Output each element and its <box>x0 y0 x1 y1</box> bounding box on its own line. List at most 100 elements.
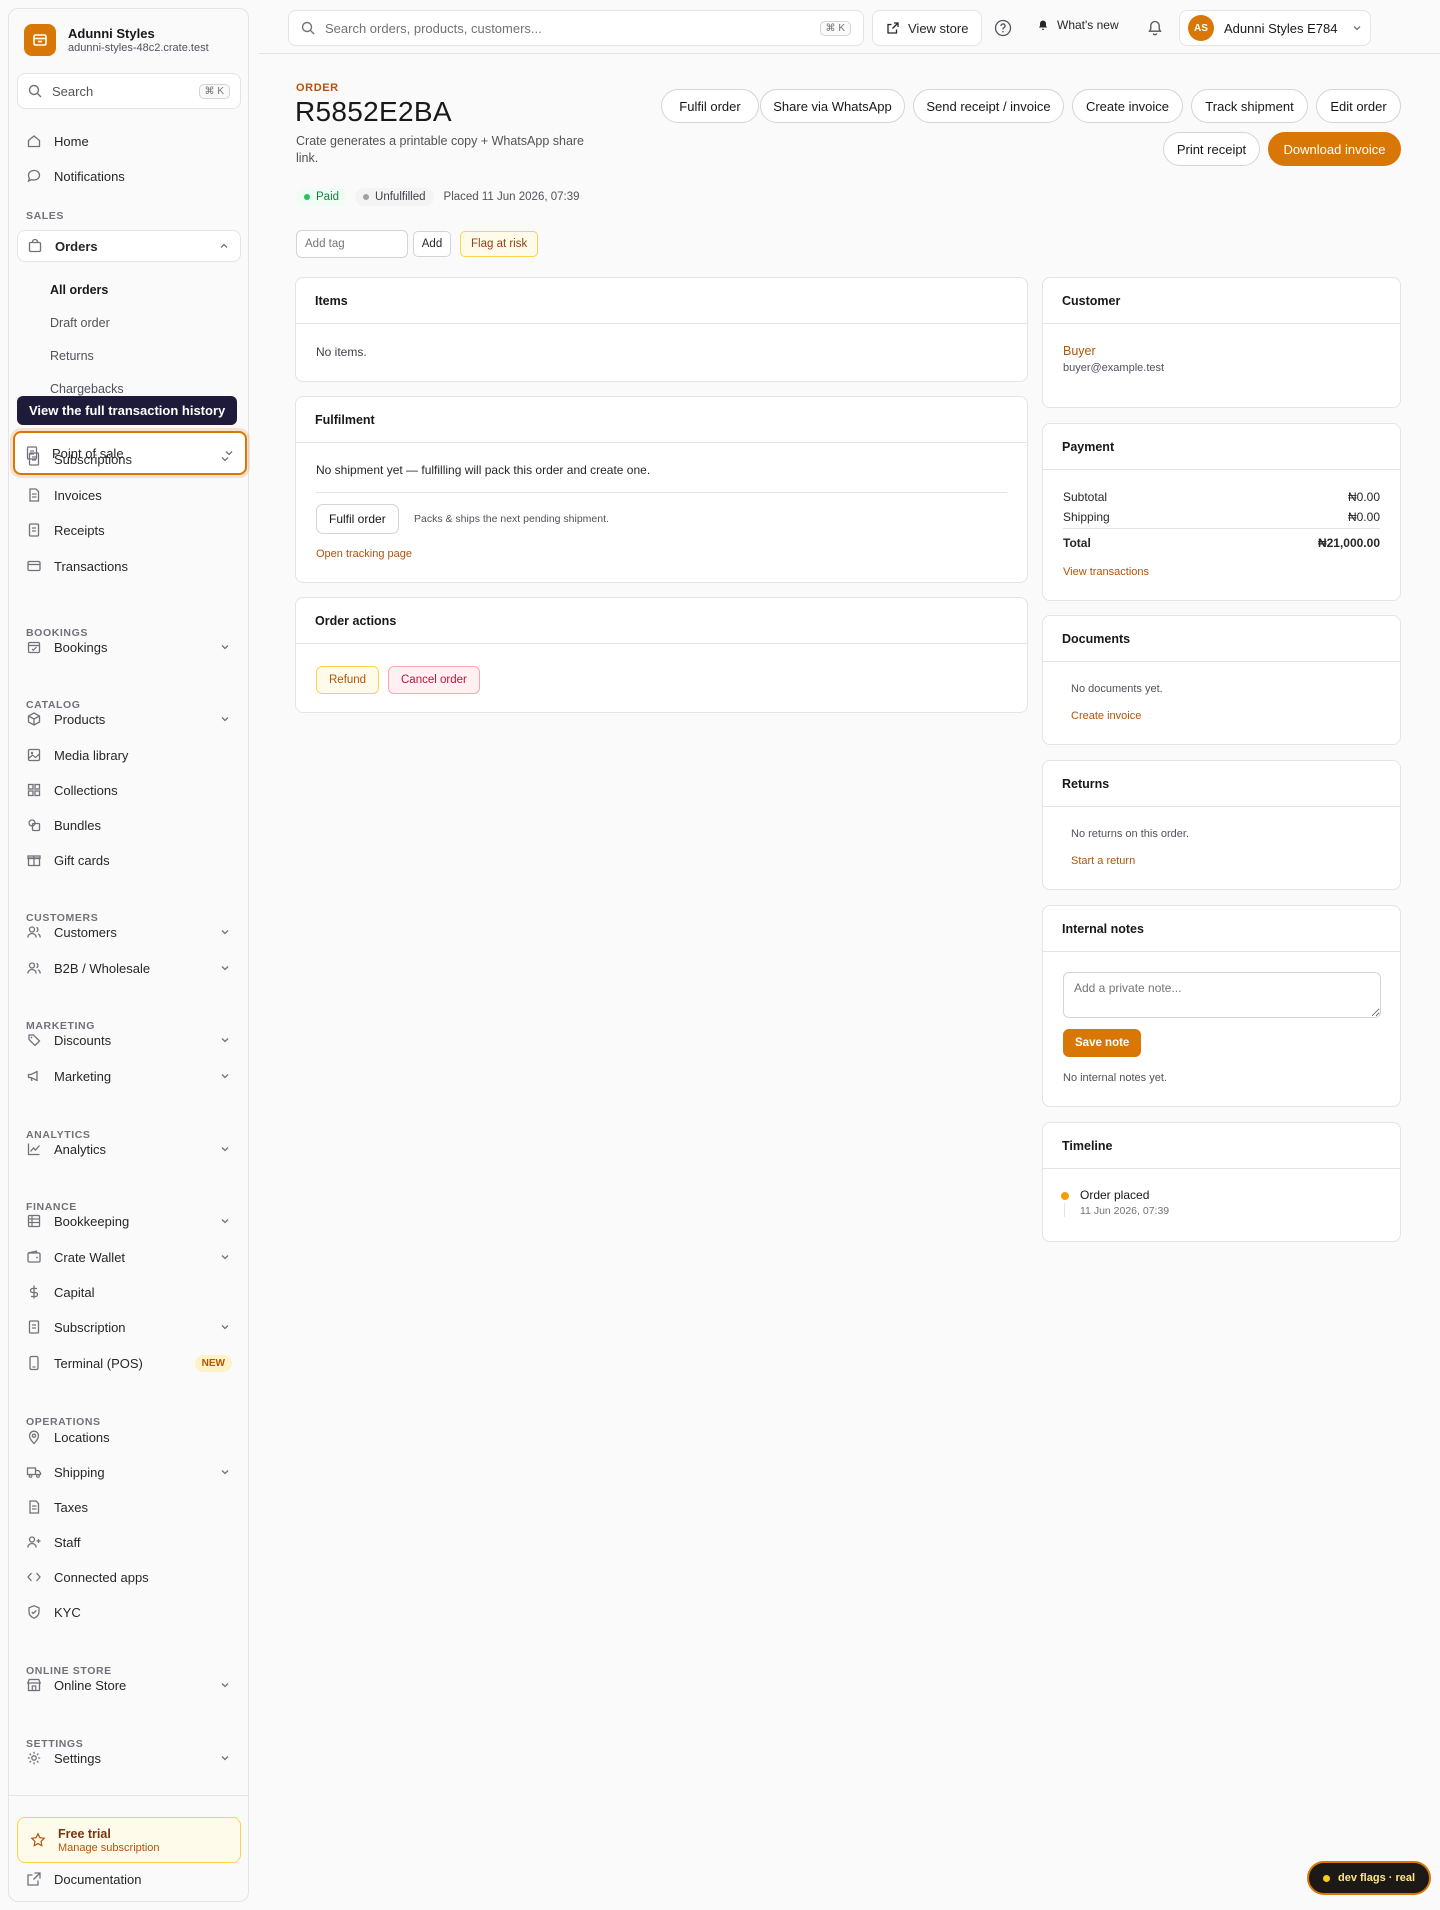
sidebar-item-subscriptions[interactable]: Subscriptions <box>17 443 241 475</box>
sidebar-item-label: Connected apps <box>54 1569 149 1585</box>
sidebar-item-gift-cards[interactable]: Gift cards <box>17 844 241 876</box>
start-return-link[interactable]: Start a return <box>1071 855 1135 867</box>
bell-icon[interactable] <box>1142 15 1168 41</box>
sidebar-subitem-draft-order[interactable]: Draft order <box>50 316 110 330</box>
print-receipt-button[interactable]: Print receipt <box>1163 132 1260 166</box>
sidebar-subitem-all-orders[interactable]: All orders <box>50 283 108 297</box>
sidebar-item-transactions[interactable]: Transactions <box>17 550 241 582</box>
sidebar-item-taxes[interactable]: Taxes <box>17 1491 241 1523</box>
location-pin-icon <box>26 1429 42 1445</box>
sidebar-item-media-library[interactable]: Media library <box>17 739 241 771</box>
sidebar-item-capital[interactable]: Capital <box>17 1276 241 1308</box>
sidebar-item-crate-wallet[interactable]: Crate Wallet <box>17 1241 241 1273</box>
view-transactions-link[interactable]: View transactions <box>1063 566 1149 578</box>
wallet-icon <box>26 1249 42 1265</box>
page-description: Crate generates a printable copy + Whats… <box>296 134 585 165</box>
sidebar-item-b2b-wholesale[interactable]: B2B / Wholesale <box>17 952 241 984</box>
dev-flags-label: dev flags · real <box>1338 1872 1416 1884</box>
sidebar: Adunni Styles adunni-styles-48c2.crate.t… <box>8 8 249 1902</box>
sidebar-item-bookkeeping[interactable]: Bookkeeping <box>17 1205 241 1237</box>
sidebar-item-label: Bundles <box>54 817 101 833</box>
sidebar-subitem-returns[interactable]: Returns <box>50 349 94 363</box>
brand[interactable]: Adunni Styles adunni-styles-48c2.crate.t… <box>24 24 209 56</box>
sidebar-item-staff[interactable]: Staff <box>17 1526 241 1558</box>
card-title: Returns <box>1043 761 1400 807</box>
sidebar-item-settings[interactable]: Settings <box>17 1742 241 1774</box>
sidebar-item-documentation[interactable]: Documentation <box>17 1863 241 1895</box>
track-shipment-button[interactable]: Track shipment <box>1191 89 1308 123</box>
private-note-input[interactable] <box>1063 972 1381 1018</box>
create-invoice-link[interactable]: Create invoice <box>1071 710 1141 722</box>
fulfilment-card: Fulfilment No shipment yet — fulfilling … <box>295 396 1028 583</box>
free-trial-banner[interactable]: Free trial Manage subscription <box>17 1817 241 1863</box>
store-name: Adunni Styles <box>68 26 155 41</box>
divider <box>316 492 1007 493</box>
sidebar-search[interactable]: Search ⌘ K <box>17 73 241 109</box>
customer-name-link[interactable]: Buyer <box>1063 344 1096 358</box>
sidebar-item-label: Receipts <box>54 522 105 538</box>
sidebar-item-analytics[interactable]: Analytics <box>17 1133 241 1165</box>
flag-at-risk-button[interactable]: Flag at risk <box>460 231 539 257</box>
document-icon <box>26 1499 42 1515</box>
sidebar-item-label: Staff <box>54 1534 81 1550</box>
sidebar-item-discounts[interactable]: Discounts <box>17 1024 241 1056</box>
sidebar-item-home[interactable]: Home <box>17 125 241 157</box>
send-receipt-button[interactable]: Send receipt / invoice <box>913 89 1064 123</box>
sidebar-item-customers[interactable]: Customers <box>17 916 241 948</box>
download-invoice-button[interactable]: Download invoice <box>1268 132 1401 166</box>
sidebar-item-receipts[interactable]: Receipts <box>17 514 241 546</box>
sidebar-item-invoices[interactable]: Invoices <box>17 479 241 511</box>
manage-subscription-link[interactable]: Manage subscription <box>58 1842 160 1854</box>
order-actions-card: Order actions Refund Cancel order <box>295 597 1028 713</box>
sidebar-item-products[interactable]: Products <box>17 703 241 735</box>
create-invoice-button[interactable]: Create invoice <box>1072 89 1183 123</box>
sidebar-item-locations[interactable]: Locations <box>17 1421 241 1453</box>
account-menu[interactable]: AS Adunni Styles E784 <box>1179 10 1371 46</box>
whats-new-button[interactable]: What's new <box>1037 18 1119 32</box>
timeline-event: Order placed <box>1080 1188 1150 1202</box>
add-tag-input[interactable] <box>296 230 408 258</box>
sidebar-item-orders[interactable]: Orders <box>17 230 241 262</box>
dev-flags-pill[interactable]: dev flags · real <box>1307 1861 1432 1895</box>
chevron-up-icon <box>217 239 231 253</box>
sidebar-item-shipping[interactable]: Shipping <box>17 1456 241 1488</box>
sidebar-item-kyc[interactable]: KYC <box>17 1596 241 1628</box>
sidebar-subitem-chargebacks[interactable]: Chargebacks <box>50 382 124 396</box>
fulfil-order-inline-button[interactable]: Fulfil order <box>316 504 399 534</box>
sidebar-item-label: Marketing <box>54 1068 112 1084</box>
sidebar-item-label: Analytics <box>54 1141 107 1157</box>
save-note-button[interactable]: Save note <box>1063 1029 1142 1057</box>
chevron-down-icon <box>218 1142 232 1156</box>
sidebar-item-label: Customers <box>54 924 117 940</box>
receipt-icon <box>26 522 42 538</box>
cancel-order-button[interactable]: Cancel order <box>388 666 480 694</box>
chevron-down-icon <box>218 1465 232 1479</box>
sidebar-item-collections[interactable]: Collections <box>17 774 241 806</box>
sidebar-item-terminal-pos[interactable]: Terminal (POS) NEW <box>17 1347 241 1379</box>
timeline-dot-icon <box>1061 1192 1069 1200</box>
sidebar-item-notifications[interactable]: Notifications <box>17 160 241 192</box>
share-whatsapp-button[interactable]: Share via WhatsApp <box>760 89 905 123</box>
sidebar-item-subscription[interactable]: Subscription <box>17 1311 241 1343</box>
code-icon <box>26 1569 42 1585</box>
sidebar-item-bookings[interactable]: Bookings <box>17 631 241 663</box>
sidebar-item-bundles[interactable]: Bundles <box>17 809 241 841</box>
avatar: AS <box>1188 15 1214 41</box>
add-tag-button[interactable]: Add <box>413 231 451 257</box>
dollar-icon <box>26 1284 42 1300</box>
chevron-down-icon <box>218 712 232 726</box>
edit-order-button[interactable]: Edit order <box>1316 89 1401 123</box>
status-badge-paid: Paid <box>296 188 348 206</box>
gear-icon <box>26 1750 42 1766</box>
global-search-input[interactable]: Search orders, products, customers... ⌘ … <box>288 10 864 46</box>
sidebar-item-connected-apps[interactable]: Connected apps <box>17 1561 241 1593</box>
store-domain: adunni-styles-48c2.crate.test <box>68 42 209 54</box>
view-store-button[interactable]: View store <box>872 10 983 46</box>
fulfil-order-button[interactable]: Fulfil order <box>661 89 759 123</box>
sidebar-item-online-store[interactable]: Online Store <box>17 1669 241 1701</box>
help-icon[interactable] <box>990 15 1016 41</box>
sidebar-item-marketing[interactable]: Marketing <box>17 1060 241 1092</box>
top-bar: Search orders, products, customers... ⌘ … <box>259 0 1440 54</box>
open-tracking-link[interactable]: Open tracking page <box>316 548 412 560</box>
refund-button[interactable]: Refund <box>316 666 380 694</box>
